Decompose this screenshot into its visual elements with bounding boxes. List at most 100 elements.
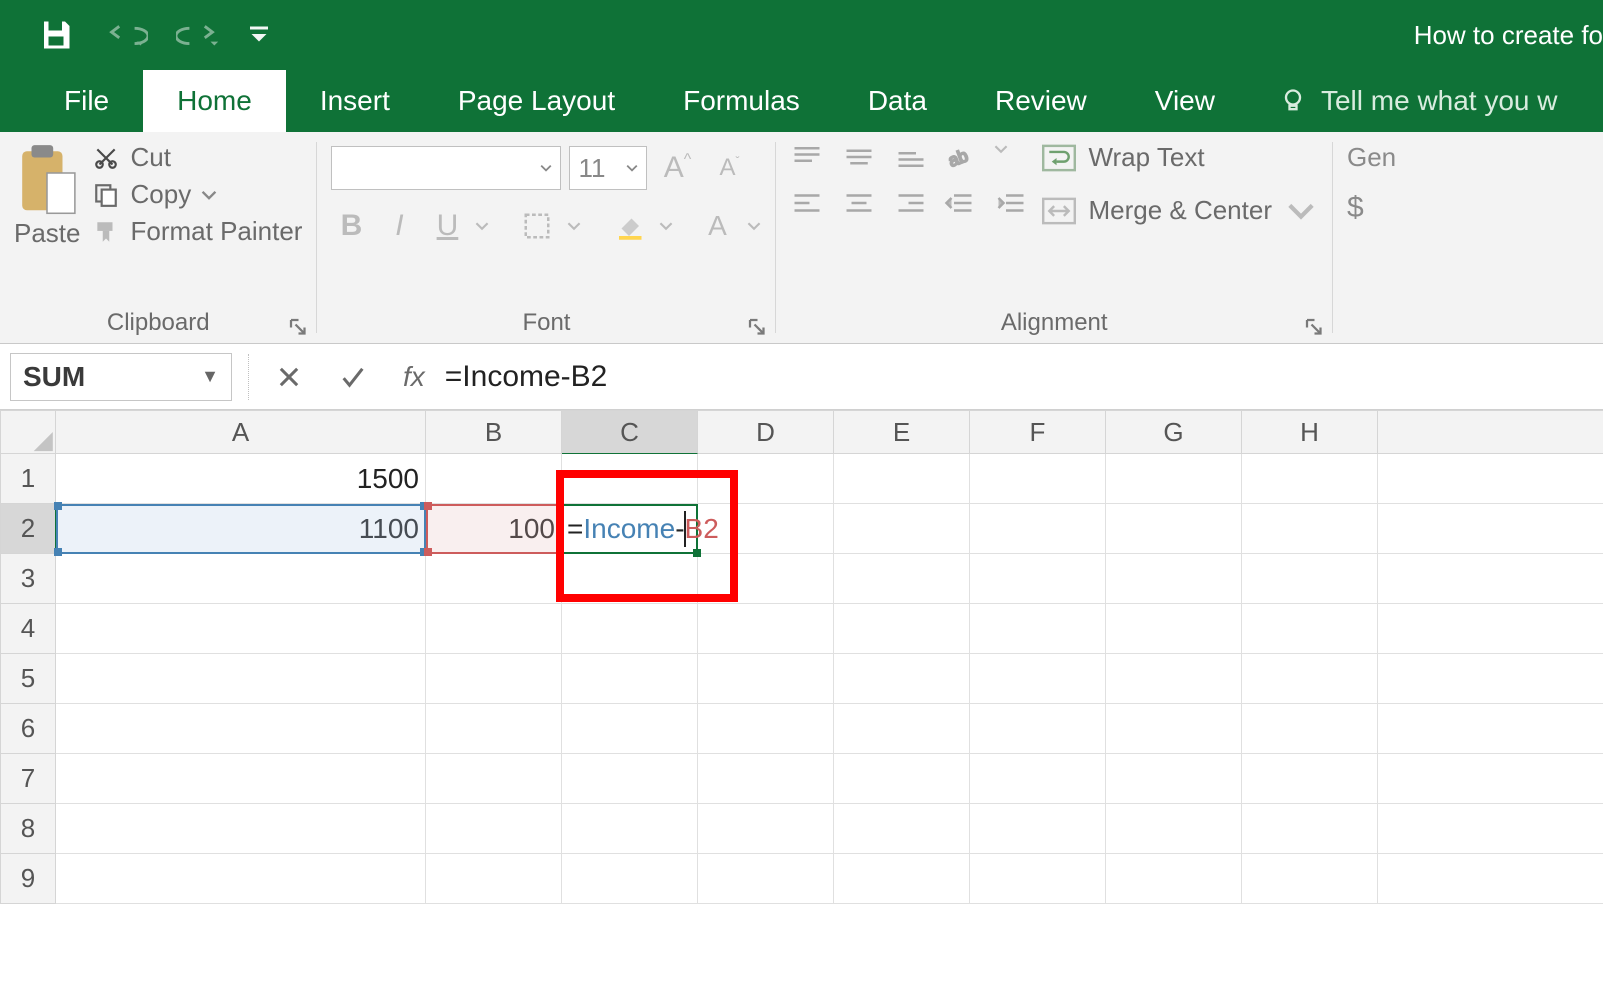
cell-G7[interactable] — [1106, 754, 1242, 804]
cell-A2[interactable]: 1100 — [56, 504, 426, 554]
row-header-8[interactable]: 8 — [0, 804, 56, 854]
font-color-button[interactable]: A — [695, 204, 739, 248]
undo-icon[interactable] — [102, 19, 148, 52]
cell-G6[interactable] — [1106, 704, 1242, 754]
font-name-select[interactable] — [331, 146, 561, 190]
tab-review[interactable]: Review — [961, 70, 1121, 132]
accounting-format-button[interactable]: $ — [1347, 191, 1396, 225]
select-all-triangle[interactable] — [0, 410, 56, 454]
cell-C1[interactable] — [562, 454, 698, 504]
paste-label[interactable]: Paste — [14, 218, 81, 249]
col-header-C[interactable]: C — [562, 410, 698, 454]
copy-button[interactable]: Copy — [91, 179, 303, 210]
tab-view[interactable]: View — [1121, 70, 1249, 132]
cell-H8[interactable] — [1242, 804, 1378, 854]
formula-input[interactable] — [443, 353, 1603, 401]
col-header-A[interactable]: A — [56, 410, 426, 454]
save-icon[interactable] — [38, 17, 74, 53]
align-middle-button[interactable] — [842, 142, 876, 172]
col-header-B[interactable]: B — [426, 410, 562, 454]
cell-C2[interactable]: =Income-B2 — [562, 504, 698, 554]
cell-H1[interactable] — [1242, 454, 1378, 504]
cell-D8[interactable] — [698, 804, 834, 854]
cell-E2[interactable] — [834, 504, 970, 554]
tab-data[interactable]: Data — [834, 70, 961, 132]
cell-rest-5[interactable] — [1378, 654, 1603, 704]
cancel-edit-button[interactable] — [267, 355, 311, 399]
cell-H6[interactable] — [1242, 704, 1378, 754]
fx-icon[interactable]: fx — [403, 361, 425, 393]
cell-D7[interactable] — [698, 754, 834, 804]
clipboard-dialog-launcher-icon[interactable] — [288, 317, 306, 335]
cell-F2[interactable] — [970, 504, 1106, 554]
bold-button[interactable]: B — [331, 209, 371, 243]
increase-indent-button[interactable] — [994, 188, 1028, 218]
cell-F1[interactable] — [970, 454, 1106, 504]
cell-F8[interactable] — [970, 804, 1106, 854]
alignment-dialog-launcher-icon[interactable] — [1304, 317, 1322, 335]
wrap-text-button[interactable]: Wrap Text — [1042, 142, 1318, 173]
col-header-H[interactable]: H — [1242, 410, 1378, 454]
cell-E3[interactable] — [834, 554, 970, 604]
borders-button[interactable] — [515, 204, 559, 248]
align-left-button[interactable] — [790, 188, 824, 218]
italic-button[interactable]: I — [379, 209, 419, 243]
align-right-button[interactable] — [894, 188, 928, 218]
cell-rest-4[interactable] — [1378, 604, 1603, 654]
tab-file[interactable]: File — [30, 70, 143, 132]
fill-color-button[interactable] — [607, 204, 651, 248]
paste-icon[interactable] — [16, 142, 78, 214]
cell-A4[interactable] — [56, 604, 426, 654]
font-size-select[interactable]: 11 — [569, 146, 647, 190]
qat-customize-icon[interactable] — [250, 25, 268, 46]
name-box[interactable]: SUM ▼ — [10, 353, 232, 401]
cell-G9[interactable] — [1106, 854, 1242, 904]
decrease-indent-button[interactable] — [942, 188, 976, 218]
cell-D4[interactable] — [698, 604, 834, 654]
row-header-6[interactable]: 6 — [0, 704, 56, 754]
cell-D5[interactable] — [698, 654, 834, 704]
cell-F4[interactable] — [970, 604, 1106, 654]
row-header-4[interactable]: 4 — [0, 604, 56, 654]
cell-F5[interactable] — [970, 654, 1106, 704]
cell-C6[interactable] — [562, 704, 698, 754]
cell-A8[interactable] — [56, 804, 426, 854]
cell-F3[interactable] — [970, 554, 1106, 604]
cell-A9[interactable] — [56, 854, 426, 904]
cell-G2[interactable] — [1106, 504, 1242, 554]
cell-rest-7[interactable] — [1378, 754, 1603, 804]
align-center-button[interactable] — [842, 188, 876, 218]
cell-F7[interactable] — [970, 754, 1106, 804]
cell-B5[interactable] — [426, 654, 562, 704]
cell-B2[interactable]: 100 — [426, 504, 562, 554]
cell-rest-3[interactable] — [1378, 554, 1603, 604]
cell-E7[interactable] — [834, 754, 970, 804]
cell-D9[interactable] — [698, 854, 834, 904]
underline-button[interactable]: U — [427, 209, 467, 243]
cell-A3[interactable] — [56, 554, 426, 604]
merge-center-button[interactable]: Merge & Center — [1042, 195, 1318, 226]
cell-B8[interactable] — [426, 804, 562, 854]
cell-H7[interactable] — [1242, 754, 1378, 804]
cell-H5[interactable] — [1242, 654, 1378, 704]
cell-F6[interactable] — [970, 704, 1106, 754]
cell-rest-1[interactable] — [1378, 454, 1603, 504]
redo-icon[interactable] — [176, 19, 222, 52]
cut-button[interactable]: Cut — [91, 142, 303, 173]
col-header-G[interactable]: G — [1106, 410, 1242, 454]
cell-H9[interactable] — [1242, 854, 1378, 904]
cell-E5[interactable] — [834, 654, 970, 704]
row-header-1[interactable]: 1 — [0, 454, 56, 504]
cell-B4[interactable] — [426, 604, 562, 654]
align-bottom-button[interactable] — [894, 142, 928, 172]
cell-C8[interactable] — [562, 804, 698, 854]
col-header-D[interactable]: D — [698, 410, 834, 454]
cell-D1[interactable] — [698, 454, 834, 504]
cell-E4[interactable] — [834, 604, 970, 654]
cell-A1[interactable]: 1500 — [56, 454, 426, 504]
cell-rest-9[interactable] — [1378, 854, 1603, 904]
cell-A5[interactable] — [56, 654, 426, 704]
cell-G1[interactable] — [1106, 454, 1242, 504]
cell-B9[interactable] — [426, 854, 562, 904]
cell-G4[interactable] — [1106, 604, 1242, 654]
